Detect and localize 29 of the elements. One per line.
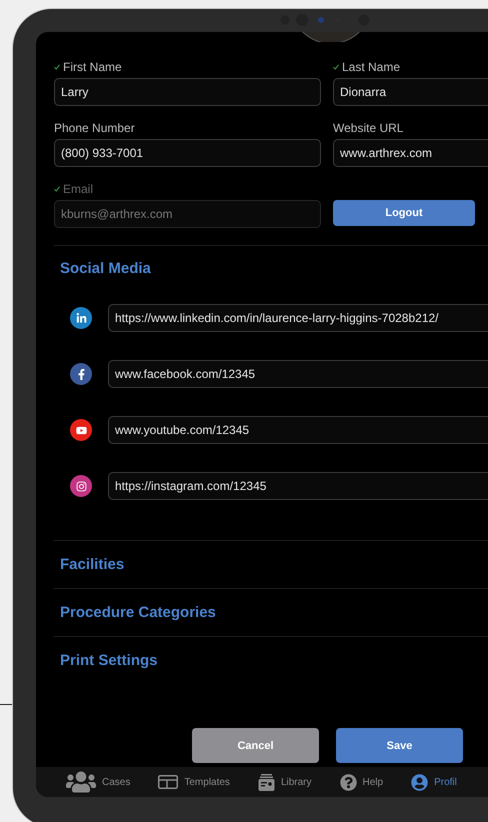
input-field[interactable]: www.youtube.com/12345 xyxy=(108,416,488,444)
drawer-icon xyxy=(258,774,275,790)
input-field[interactable]: www.facebook.com/12345 xyxy=(108,360,488,388)
input-field[interactable]: https://www.linkedin.com/in/laurence-larry-higgins-7028b212/ xyxy=(108,304,488,332)
section-link[interactable]: Print Settings xyxy=(54,652,164,670)
tab[interactable]: Cases xyxy=(66,767,130,797)
cancel-button[interactable]: Cancel xyxy=(192,728,319,763)
field-label: Email xyxy=(63,182,94,196)
input-field[interactable]: Dionarra xyxy=(333,78,488,106)
field-label: Last Name xyxy=(342,60,400,74)
person-icon xyxy=(411,774,428,790)
tab[interactable]: Profil xyxy=(411,774,457,790)
logout-button[interactable]: Logout xyxy=(333,200,475,226)
input-field[interactable]: https://instagram.com/12345 xyxy=(108,472,488,500)
section-link[interactable]: Procedure Categories xyxy=(54,604,222,622)
help-icon xyxy=(340,774,357,790)
section-title: Social Media xyxy=(59,260,152,278)
input-field[interactable]: www.arthrex.com xyxy=(333,139,488,167)
tab[interactable]: Library xyxy=(258,774,312,790)
input-field[interactable]: (800) 933-7001 xyxy=(54,139,321,167)
input-field[interactable]: Larry xyxy=(54,78,321,106)
section-link[interactable]: Facilities xyxy=(54,556,130,574)
tab[interactable]: Help xyxy=(340,774,384,790)
field-label: Phone Number xyxy=(54,121,135,135)
tab[interactable]: Templates xyxy=(158,775,230,789)
save-button[interactable]: Save xyxy=(336,728,463,763)
field-label: First Name xyxy=(63,60,122,74)
layout-icon xyxy=(158,775,178,789)
field-label: Website URL xyxy=(333,121,404,135)
